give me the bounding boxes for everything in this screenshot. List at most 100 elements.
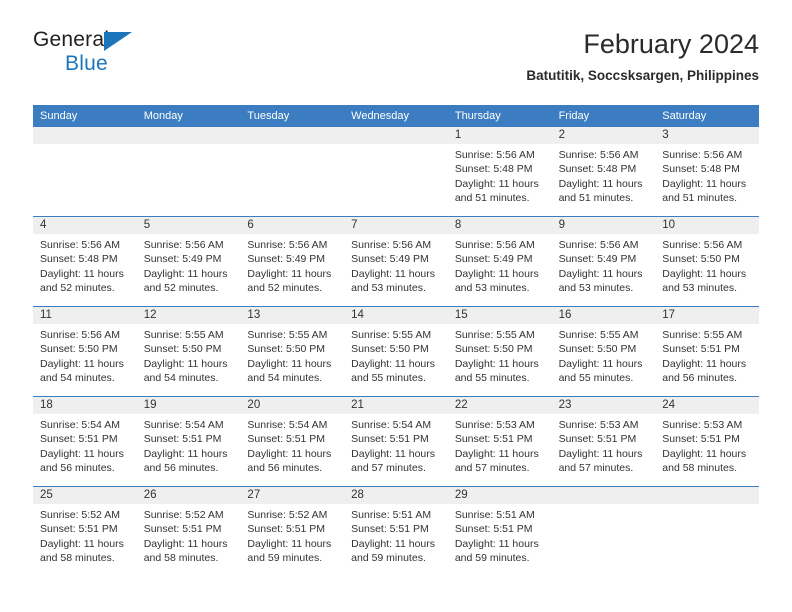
sunset-text: Sunset: 5:51 PM	[247, 523, 326, 536]
daylight-text-line1: Daylight: 11 hours	[40, 447, 124, 460]
day-details: Sunrise: 5:56 AM Sunset: 5:50 PM Daylight:…	[655, 234, 759, 296]
daylight-text-line1: Daylight: 11 hours	[247, 537, 332, 550]
daylight-text-line1: Daylight: 11 hours	[558, 177, 643, 190]
logo-triangle-icon	[104, 32, 132, 51]
sunset-text: Sunset: 5:49 PM	[143, 253, 222, 266]
calendar-day-cell[interactable]: 25 Sunrise: 5:52 AM Sunset: 5:51 PM Dayligh…	[33, 487, 137, 576]
daylight-text-line2: and 53 minutes.	[558, 282, 634, 295]
daylight-text-line1: Daylight: 11 hours	[454, 267, 539, 280]
day-number: 25	[33, 487, 137, 504]
daylight-text-line1: Daylight: 11 hours	[351, 447, 435, 460]
calendar-day-cell[interactable]: 28 Sunrise: 5:51 AM Sunset: 5:51 PM Dayligh…	[344, 487, 448, 576]
daylight-text-line1: Daylight: 11 hours	[454, 357, 539, 370]
daylight-text-line1: Daylight: 11 hours	[40, 267, 124, 280]
day-details: Sunrise: 5:56 AM Sunset: 5:48 PM Daylight:…	[552, 144, 656, 206]
day-number: 8	[447, 217, 552, 234]
calendar-day-cell[interactable]: 2 Sunrise: 5:56 AM Sunset: 5:48 PM Daylight…	[551, 127, 656, 216]
daylight-text-line1: Daylight: 11 hours	[40, 357, 124, 370]
general-blue-logo[interactable]: General Blue	[33, 28, 213, 88]
day-details: Sunrise: 5:52 AM Sunset: 5:51 PM Daylight:…	[33, 504, 137, 566]
calendar-day-cell[interactable]: 6 Sunrise: 5:56 AM Sunset: 5:49 PM Daylight…	[240, 217, 345, 306]
sunset-text: Sunset: 5:48 PM	[40, 253, 118, 266]
sunrise-text: Sunrise: 5:52 AM	[40, 509, 120, 521]
daylight-text-line1: Daylight: 11 hours	[351, 357, 435, 370]
sunrise-text: Sunrise: 5:51 AM	[351, 509, 432, 521]
day-details: Sunrise: 5:54 AM Sunset: 5:51 PM Daylight:…	[33, 414, 137, 476]
day-number: 17	[655, 307, 759, 324]
day-details: Sunrise: 5:55 AM Sunset: 5:50 PM Daylight:…	[344, 324, 448, 386]
calendar-day-cell[interactable]: 8 Sunrise: 5:56 AM Sunset: 5:49 PM Daylight…	[447, 217, 552, 306]
calendar-day-cell[interactable]: 12 Sunrise: 5:55 AM Sunset: 5:50 PM Dayligh…	[136, 307, 241, 396]
calendar-day-cell[interactable]: 21 Sunrise: 5:54 AM Sunset: 5:51 PM Dayligh…	[344, 397, 448, 486]
calendar-week-row: 4 Sunrise: 5:56 AM Sunset: 5:48 PM Daylight…	[33, 216, 759, 306]
calendar-day-cell[interactable]: 7 Sunrise: 5:56 AM Sunset: 5:49 PM Daylight…	[344, 217, 448, 306]
calendar-day-cell[interactable]: 29 Sunrise: 5:51 AM Sunset: 5:51 PM Dayligh…	[447, 487, 552, 576]
calendar-day-cell[interactable]: 3 Sunrise: 5:56 AM Sunset: 5:48 PM Daylight…	[655, 127, 759, 216]
sunrise-text: Sunrise: 5:56 AM	[247, 239, 328, 251]
calendar-day-cell[interactable]: 26 Sunrise: 5:52 AM Sunset: 5:51 PM Dayligh…	[136, 487, 241, 576]
day-details: Sunrise: 5:56 AM Sunset: 5:49 PM Daylight:…	[137, 234, 241, 296]
calendar-day-cell[interactable]: 10 Sunrise: 5:56 AM Sunset: 5:50 PM Dayligh…	[655, 217, 759, 306]
day-number: 18	[33, 397, 137, 414]
calendar-week-row: 11 Sunrise: 5:56 AM Sunset: 5:50 PM Dayligh…	[33, 306, 759, 396]
calendar-day-cell[interactable]: 16 Sunrise: 5:55 AM Sunset: 5:50 PM Dayligh…	[551, 307, 656, 396]
day-number: 24	[655, 397, 759, 414]
calendar-day-cell[interactable]: 23 Sunrise: 5:53 AM Sunset: 5:51 PM Dayligh…	[551, 397, 656, 486]
calendar-day-cell[interactable]: 14 Sunrise: 5:55 AM Sunset: 5:50 PM Dayligh…	[344, 307, 448, 396]
calendar-day-cell[interactable]: 9 Sunrise: 5:56 AM Sunset: 5:49 PM Daylight…	[551, 217, 656, 306]
sunrise-text: Sunrise: 5:56 AM	[558, 149, 639, 161]
daylight-text-line2: and 51 minutes.	[558, 192, 634, 205]
daylight-text-line2: and 51 minutes.	[662, 192, 737, 205]
calendar-weeks: 1 Sunrise: 5:56 AM Sunset: 5:48 PM Daylight…	[33, 127, 759, 576]
calendar-day-cell[interactable]: 20 Sunrise: 5:54 AM Sunset: 5:51 PM Dayligh…	[240, 397, 345, 486]
sunrise-text: Sunrise: 5:55 AM	[143, 329, 224, 341]
sunset-text: Sunset: 5:50 PM	[454, 343, 533, 356]
calendar-day-cell[interactable]: 18 Sunrise: 5:54 AM Sunset: 5:51 PM Dayligh…	[33, 397, 137, 486]
calendar-day-cell-empty	[344, 127, 448, 216]
daylight-text-line1: Daylight: 11 hours	[143, 357, 228, 370]
weekday-saturday: Saturday	[662, 110, 707, 122]
calendar-day-cell[interactable]: 15 Sunrise: 5:55 AM Sunset: 5:50 PM Dayligh…	[447, 307, 552, 396]
day-details: Sunrise: 5:51 AM Sunset: 5:51 PM Daylight:…	[344, 504, 448, 566]
sunrise-text: Sunrise: 5:56 AM	[40, 239, 120, 251]
sunrise-text: Sunrise: 5:54 AM	[247, 419, 328, 431]
sunrise-text: Sunrise: 5:54 AM	[40, 419, 120, 431]
sunset-text: Sunset: 5:48 PM	[558, 163, 637, 176]
day-details: Sunrise: 5:54 AM Sunset: 5:51 PM Daylight:…	[344, 414, 448, 476]
calendar-day-cell[interactable]: 11 Sunrise: 5:56 AM Sunset: 5:50 PM Dayligh…	[33, 307, 137, 396]
calendar-day-cell[interactable]: 13 Sunrise: 5:55 AM Sunset: 5:50 PM Dayligh…	[240, 307, 345, 396]
weekday-monday: Monday	[143, 110, 183, 122]
calendar-day-cell[interactable]: 4 Sunrise: 5:56 AM Sunset: 5:48 PM Daylight…	[33, 217, 137, 306]
daylight-text-line2: and 56 minutes.	[40, 462, 115, 475]
day-number: 28	[344, 487, 448, 504]
calendar-day-cell[interactable]: 17 Sunrise: 5:55 AM Sunset: 5:51 PM Dayligh…	[655, 307, 759, 396]
daylight-text-line2: and 51 minutes.	[454, 192, 530, 205]
calendar-day-cell[interactable]: 5 Sunrise: 5:56 AM Sunset: 5:49 PM Daylight…	[136, 217, 241, 306]
day-details: Sunrise: 5:56 AM Sunset: 5:49 PM Daylight:…	[448, 234, 552, 296]
day-details: Sunrise: 5:54 AM Sunset: 5:51 PM Daylight:…	[240, 414, 344, 476]
page-subtitle: Batutitik, Soccsksargen, Philippines	[526, 68, 759, 83]
calendar-day-cell[interactable]: 22 Sunrise: 5:53 AM Sunset: 5:51 PM Dayligh…	[447, 397, 552, 486]
day-number	[33, 127, 137, 144]
sunrise-text: Sunrise: 5:53 AM	[558, 419, 639, 431]
sunrise-text: Sunrise: 5:52 AM	[247, 509, 328, 521]
sunset-text: Sunset: 5:50 PM	[143, 343, 222, 356]
daylight-text-line1: Daylight: 11 hours	[662, 267, 747, 280]
calendar-week-row: 18 Sunrise: 5:54 AM Sunset: 5:51 PM Dayligh…	[33, 396, 759, 486]
daylight-text-line2: and 53 minutes.	[662, 282, 737, 295]
weekday-header-row: Sunday Monday Tuesday Wednesday Thursday…	[33, 105, 759, 127]
day-number: 21	[344, 397, 448, 414]
calendar-day-cell[interactable]: 1 Sunrise: 5:56 AM Sunset: 5:48 PM Daylight…	[447, 127, 552, 216]
calendar-day-cell[interactable]: 19 Sunrise: 5:54 AM Sunset: 5:51 PM Dayligh…	[136, 397, 241, 486]
calendar-day-cell[interactable]: 27 Sunrise: 5:52 AM Sunset: 5:51 PM Dayligh…	[240, 487, 345, 576]
day-details: Sunrise: 5:52 AM Sunset: 5:51 PM Daylight:…	[137, 504, 241, 566]
day-details: Sunrise: 5:54 AM Sunset: 5:51 PM Daylight:…	[137, 414, 241, 476]
day-number: 14	[344, 307, 448, 324]
day-details: Sunrise: 5:56 AM Sunset: 5:48 PM Daylight:…	[448, 144, 552, 206]
sunset-text: Sunset: 5:51 PM	[662, 433, 740, 446]
day-details: Sunrise: 5:53 AM Sunset: 5:51 PM Daylight:…	[655, 414, 759, 476]
daylight-text-line2: and 52 minutes.	[143, 282, 219, 295]
sunrise-text: Sunrise: 5:56 AM	[143, 239, 224, 251]
sunrise-text: Sunrise: 5:56 AM	[558, 239, 639, 251]
calendar-day-cell[interactable]: 24 Sunrise: 5:53 AM Sunset: 5:51 PM Dayligh…	[655, 397, 759, 486]
